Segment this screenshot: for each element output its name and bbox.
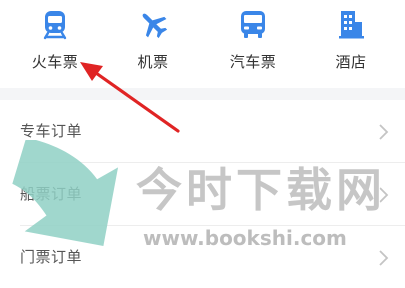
- bus-icon: [241, 11, 265, 38]
- menu-item-label: 专车订单: [20, 122, 83, 140]
- chevron-right-icon: [379, 124, 389, 140]
- chevron-right-icon: [379, 250, 389, 266]
- watermark-url: www.bookshi.com: [143, 226, 347, 250]
- hotel-icon: [339, 11, 364, 39]
- nav-label-bus: 汽车票: [229, 53, 277, 71]
- watermark-title: 今时下载网: [136, 163, 386, 217]
- nav-label-hotel: 酒店: [335, 53, 367, 71]
- nav-item-flight[interactable]: 机票: [103, 0, 203, 88]
- nav-item-train[interactable]: 火车票: [5, 0, 105, 88]
- watermark-arrow-icon: [12, 140, 119, 247]
- airplane-icon: [142, 13, 168, 39]
- section-gap: [0, 88, 405, 100]
- nav-item-hotel[interactable]: 酒店: [301, 0, 401, 88]
- nav-item-bus[interactable]: 汽车票: [203, 0, 303, 88]
- nav-label-flight: 机票: [137, 53, 169, 71]
- train-icon: [43, 11, 67, 40]
- category-nav: 火车票 机票 汽车票 酒店: [0, 0, 405, 88]
- nav-label-train: 火车票: [31, 53, 79, 71]
